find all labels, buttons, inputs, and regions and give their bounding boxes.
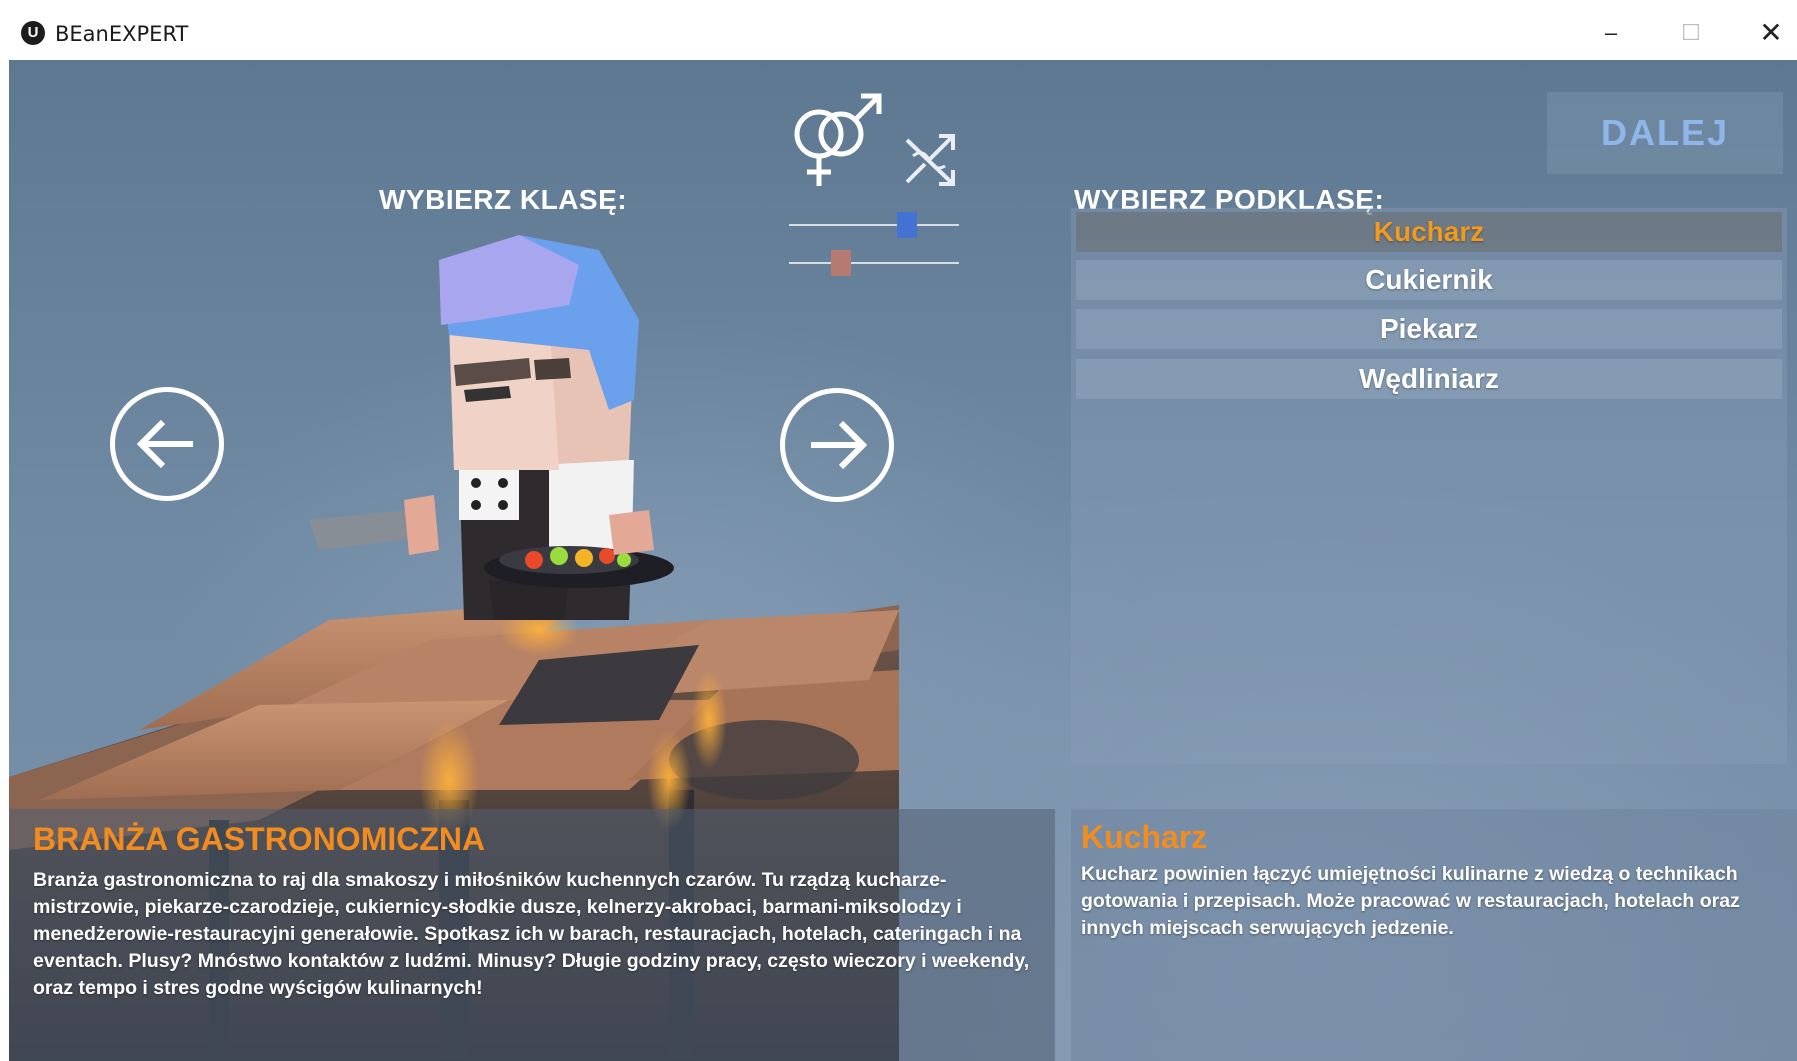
window-title: BEanEXPERT bbox=[55, 22, 189, 46]
gender-symbols-icon[interactable] bbox=[787, 90, 887, 190]
slider-thumb[interactable] bbox=[831, 250, 851, 276]
close-button[interactable]: ✕ bbox=[1741, 10, 1797, 56]
previous-class-button[interactable] bbox=[110, 387, 224, 501]
appearance-slider-2[interactable] bbox=[789, 250, 959, 276]
arrow-right-icon bbox=[811, 420, 868, 470]
subclass-list: Kucharz Cukiernik Piekarz Wędliniarz bbox=[1071, 208, 1787, 764]
maximize-button[interactable]: ☐ bbox=[1661, 10, 1721, 56]
class-info-panel: BRANŻA GASTRONOMICZNA Branża gastronomic… bbox=[9, 809, 1055, 1061]
slider-track bbox=[789, 224, 959, 226]
subclass-info-panel: Kucharz Kucharz powinien łączyć umiejętn… bbox=[1071, 809, 1797, 1061]
subclass-item-cukiernik[interactable]: Cukiernik bbox=[1076, 260, 1782, 300]
title-bar: U BEanEXPERT – ☐ ✕ bbox=[9, 6, 1797, 60]
class-info-title: BRANŻA GASTRONOMICZNA bbox=[33, 821, 486, 857]
game-viewport: WYBIERZ KLASĘ: WYBIERZ PODKLASĘ: DALEJ K… bbox=[9, 60, 1797, 1061]
next-button[interactable]: DALEJ bbox=[1547, 92, 1783, 174]
choose-class-label: WYBIERZ KLASĘ: bbox=[379, 184, 628, 215]
randomize-icon[interactable] bbox=[899, 126, 969, 196]
class-info-description: Branża gastronomiczna to raj dla smakosz… bbox=[33, 869, 1030, 999]
next-class-button[interactable] bbox=[780, 388, 894, 502]
subclass-item-piekarz[interactable]: Piekarz bbox=[1076, 309, 1782, 349]
arrow-left-icon bbox=[136, 419, 193, 469]
minimize-button[interactable]: – bbox=[1581, 10, 1641, 56]
subclass-item-wedliniarz[interactable]: Wędliniarz bbox=[1076, 359, 1782, 399]
subclass-item-kucharz[interactable]: Kucharz bbox=[1076, 212, 1782, 252]
unreal-logo-icon: U bbox=[21, 21, 45, 45]
appearance-slider-1[interactable] bbox=[789, 212, 959, 238]
slider-track bbox=[789, 262, 959, 264]
slider-thumb[interactable] bbox=[897, 212, 917, 238]
subclass-info-title: Kucharz bbox=[1081, 819, 1208, 855]
chef-character bbox=[309, 235, 674, 620]
subclass-info-description: Kucharz powinien łączyć umiejętności kul… bbox=[1081, 863, 1740, 939]
